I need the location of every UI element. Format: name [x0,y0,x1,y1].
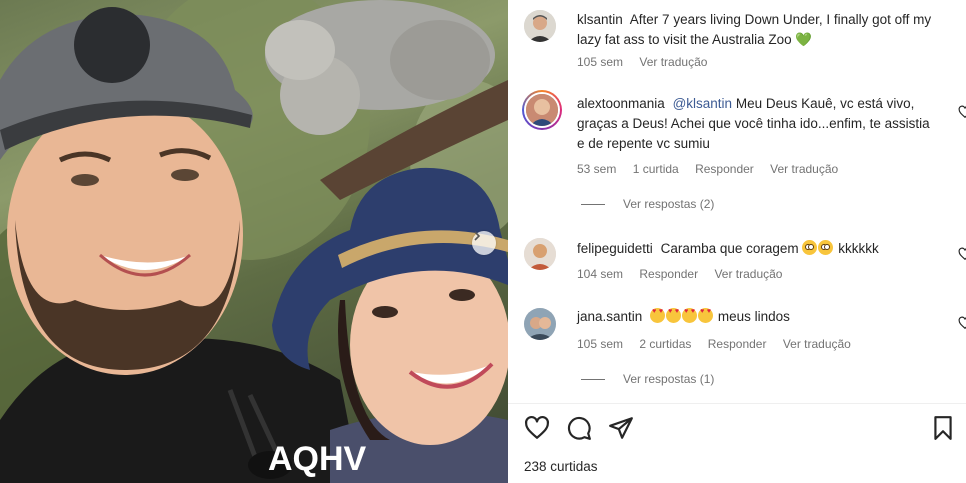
share-send-icon[interactable] [608,415,634,441]
commenter-avatar-image [524,92,560,128]
view-replies-label: Ver respostas (2) [623,197,715,211]
carousel-next-button[interactable] [472,231,496,255]
comment-body-suffix: kkkkkk [838,241,879,256]
heart-icon[interactable] [958,105,966,119]
author-avatar-image [524,10,556,42]
actions-divider [508,403,966,404]
commenter-avatar-image [524,238,556,270]
comment-age: 104 sem [577,267,624,281]
comment-age: 105 sem [577,337,624,351]
heart-icon[interactable] [958,247,966,261]
comment-body: Caramba que coragem [660,241,799,256]
comment-text: jana.santin meus lindos [577,307,939,327]
comment-icon[interactable] [566,415,592,441]
comment-reply-link[interactable]: Responder [695,162,754,176]
comment-reply-link[interactable]: Responder [708,337,767,351]
view-replies-button[interactable]: Ver respostas (2) [581,197,714,211]
author-avatar[interactable] [524,10,556,42]
heart-eyes-face-icon [650,308,666,323]
comment-likes-count[interactable]: 2 curtidas [639,337,691,351]
comment-username[interactable]: jana.santin [577,309,642,324]
comment-item: alextoonmania @klsantin Meu Deus Kauê, v… [522,90,966,185]
photo-illustration: AQHV [0,0,508,483]
commenter-avatar[interactable] [524,308,556,340]
bookmark-icon[interactable] [930,415,956,441]
comment-item: jana.santin meus lindos 105 sem 2 curtid… [524,306,966,356]
commenter-avatar-image [524,308,556,340]
comment-item: felipeguidetti Caramba que coragem kkkkk… [524,238,966,288]
comment-username[interactable]: alextoonmania [577,96,665,111]
flushed-face-icon [818,240,834,255]
post-likes-count[interactable]: 238 curtidas [524,459,598,474]
comment-translate-link[interactable]: Ver tradução [783,337,851,351]
comment-body: meus lindos [717,309,790,324]
heart-icon[interactable] [958,316,966,330]
green-heart-icon: 💚 [795,32,813,47]
comment-likes-count[interactable]: 1 curtida [633,162,679,176]
post-photo: AQHV [0,0,508,483]
heart-eyes-face-icon [698,308,714,323]
comments-panel: klsantin After 7 years living Down Under… [508,0,966,483]
commenter-avatar[interactable] [524,238,556,270]
post-caption: klsantin After 7 years living Down Under… [524,8,954,78]
comment-text: alextoonmania @klsantin Meu Deus Kauê, v… [577,94,939,154]
shirt-print: AQHV [268,440,367,478]
commenter-avatar[interactable] [522,90,562,130]
comment-age: 53 sem [577,162,617,176]
comment-meta: 53 sem 1 curtida Responder Ver tradução [577,161,851,177]
replies-divider [581,203,605,205]
caption-translate-link[interactable]: Ver tradução [639,55,707,69]
comment-meta: 105 sem 2 curtidas Responder Ver traduçã… [577,336,864,352]
comment-reply-link[interactable]: Responder [639,267,698,281]
comment-username[interactable]: felipeguidetti [577,241,653,256]
caption-text: klsantin After 7 years living Down Under… [577,10,939,50]
like-heart-icon[interactable] [524,415,550,441]
comment-text: felipeguidetti Caramba que coragem kkkkk… [577,239,939,259]
caption-meta: 105 sem Ver tradução [577,54,720,70]
comment-mention[interactable]: @klsantin [673,96,732,111]
heart-eyes-face-icon [682,308,698,323]
post-action-bar [524,415,954,445]
comment-meta: 104 sem Responder Ver tradução [577,266,795,282]
comment-translate-link[interactable]: Ver tradução [714,267,782,281]
view-replies-label: Ver respostas (1) [623,372,715,386]
caption-body: After 7 years living Down Under, I final… [577,12,932,47]
comment-translate-link[interactable]: Ver tradução [770,162,838,176]
chevron-right-icon [474,231,481,241]
view-replies-button[interactable]: Ver respostas (1) [581,372,714,386]
heart-eyes-face-icon [666,308,682,323]
replies-divider [581,378,605,380]
caption-age: 105 sem [577,55,624,69]
flushed-face-icon [802,240,818,255]
author-username[interactable]: klsantin [577,12,623,27]
